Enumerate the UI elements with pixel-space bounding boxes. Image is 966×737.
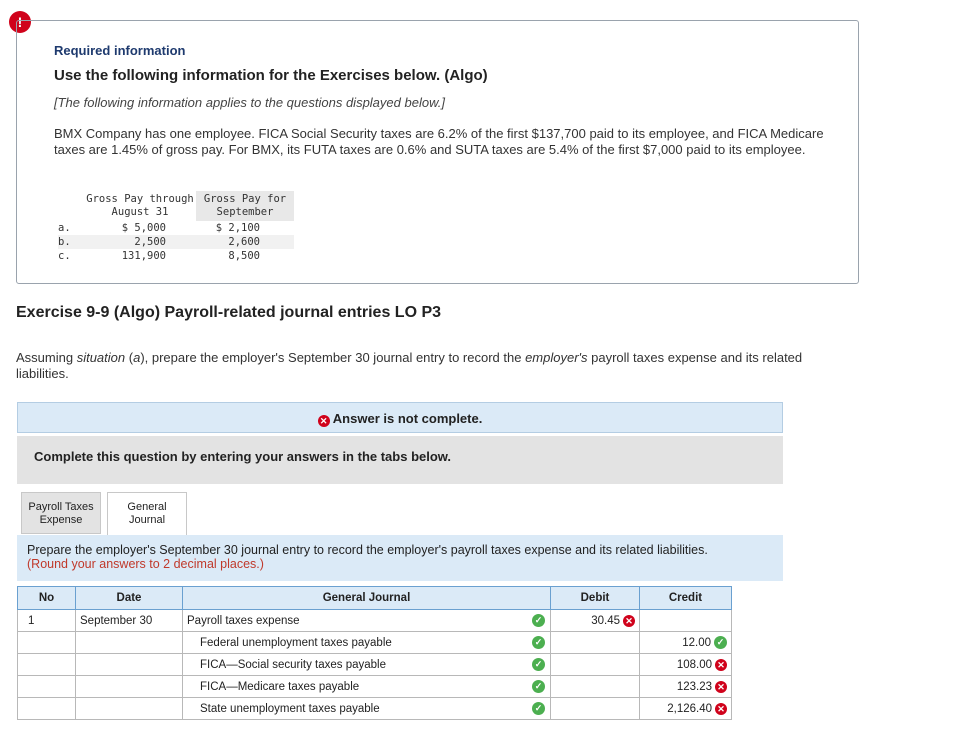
- entry-no: 1: [17, 609, 76, 632]
- entry-no: [17, 653, 76, 676]
- table-row: FICA—Social security taxes payable ✓ 108.…: [17, 653, 732, 676]
- check-circle-icon: ✓: [532, 680, 545, 693]
- date-select[interactable]: September 30: [75, 609, 183, 632]
- prepare-instructions: Prepare the employer's September 30 jour…: [17, 535, 783, 581]
- table-row: c. 131,900 8,500: [58, 250, 260, 262]
- complete-instructions-banner: Complete this question by entering your …: [17, 436, 783, 484]
- table-row: a. $ 5,000 $ 2,100: [58, 222, 260, 234]
- header-september: Gross Pay for September: [196, 191, 294, 221]
- header-credit: Credit: [639, 586, 732, 610]
- gross-pay-table: Gross Pay through August 31 Gross Pay fo…: [58, 191, 294, 263]
- account-select[interactable]: State unemployment taxes payable ✓: [182, 697, 551, 720]
- table-row: State unemployment taxes payable ✓ 2,126.…: [17, 697, 732, 720]
- required-info-title: Required information: [54, 43, 186, 58]
- debit-input[interactable]: [550, 675, 640, 698]
- table-row: Federal unemployment taxes payable ✓ 12.0…: [17, 631, 732, 654]
- header-date: Date: [75, 586, 183, 610]
- credit-input[interactable]: 12.00 ✓: [639, 631, 732, 654]
- x-circle-icon: ✕: [317, 415, 330, 427]
- credit-input[interactable]: 123.23 ✕: [639, 675, 732, 698]
- table-row: b. 2,500 2,600: [58, 235, 294, 249]
- header-through-august: Gross Pay through August 31: [84, 191, 196, 221]
- info-paragraph: BMX Company has one employee. FICA Socia…: [54, 126, 824, 157]
- use-info-title: Use the following information for the Ex…: [54, 67, 488, 84]
- tab-general-journal[interactable]: General Journal: [107, 492, 187, 536]
- check-circle-icon: ✓: [532, 636, 545, 649]
- exercise-instructions: Assuming situation (a), prepare the empl…: [16, 350, 803, 381]
- tab-payroll-taxes-expense[interactable]: Payroll Taxes Expense: [21, 492, 101, 534]
- account-select[interactable]: FICA—Medicare taxes payable ✓: [182, 675, 551, 698]
- account-select[interactable]: FICA—Social security taxes payable ✓: [182, 653, 551, 676]
- header-general-journal: General Journal: [182, 586, 551, 610]
- credit-input[interactable]: 2,126.40 ✕: [639, 697, 732, 720]
- date-select[interactable]: [75, 697, 183, 720]
- general-journal-table: No Date General Journal Debit Credit 1 S…: [17, 586, 732, 720]
- date-select[interactable]: [75, 653, 183, 676]
- check-circle-icon: ✓: [532, 658, 545, 671]
- x-circle-icon: ✕: [623, 614, 635, 627]
- exercise-title: Exercise 9-9 (Algo) Payroll-related jour…: [16, 304, 442, 321]
- account-select[interactable]: Payroll taxes expense ✓: [182, 609, 551, 632]
- credit-input[interactable]: 108.00 ✕: [639, 653, 732, 676]
- answer-status-banner: ✕ Answer is not complete.: [17, 402, 783, 433]
- date-select[interactable]: [75, 631, 183, 654]
- check-circle-icon: ✓: [532, 702, 545, 715]
- debit-input[interactable]: [550, 697, 640, 720]
- date-select[interactable]: [75, 675, 183, 698]
- entry-no: [17, 697, 76, 720]
- debit-input[interactable]: [550, 631, 640, 654]
- info-note: [The following information applies to th…: [54, 95, 445, 110]
- x-circle-icon: ✕: [715, 680, 727, 693]
- debit-input[interactable]: [550, 653, 640, 676]
- table-row: 1 September 30 Payroll taxes expense ✓ 30…: [17, 609, 732, 632]
- account-select[interactable]: Federal unemployment taxes payable ✓: [182, 631, 551, 654]
- credit-input[interactable]: [639, 609, 732, 632]
- header-no: No: [17, 586, 76, 610]
- x-circle-icon: ✕: [715, 658, 727, 671]
- header-debit: Debit: [550, 586, 640, 610]
- x-circle-icon: ✕: [715, 702, 727, 715]
- entry-no: [17, 675, 76, 698]
- check-circle-icon: ✓: [714, 636, 727, 649]
- check-circle-icon: ✓: [532, 614, 545, 627]
- answer-status-text: Answer is not complete.: [332, 411, 483, 426]
- debit-input[interactable]: 30.45 ✕: [550, 609, 640, 632]
- table-row: FICA—Medicare taxes payable ✓ 123.23 ✕: [17, 675, 732, 698]
- entry-no: [17, 631, 76, 654]
- round-note: (Round your answers to 2 decimal places.…: [27, 557, 264, 571]
